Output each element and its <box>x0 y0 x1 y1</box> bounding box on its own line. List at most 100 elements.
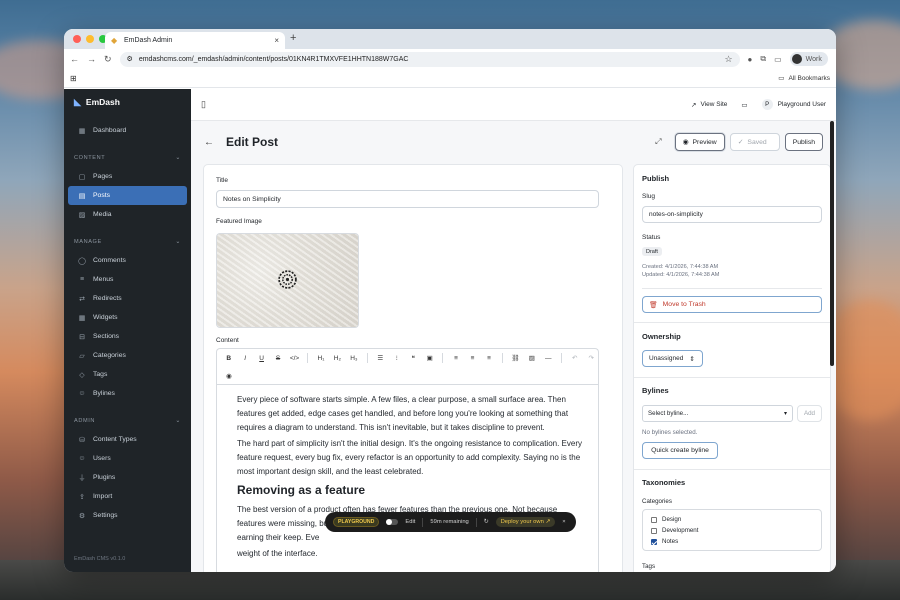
sidebar-item-posts[interactable]: ▤ Posts <box>68 186 187 205</box>
bullet-list-icon[interactable]: ☰ <box>374 354 387 362</box>
ownership-value: Unassigned <box>649 355 684 362</box>
horizontal-rule-icon[interactable]: — <box>542 355 555 362</box>
brand[interactable]: ◣ EmDash <box>64 89 191 115</box>
browser-toolbar: ← → ↻ ⚙ emdashcms.com/_emdash/admin/cont… <box>64 49 836 69</box>
browser-tab[interactable]: ◆ EmDash Admin × <box>105 32 285 49</box>
redo-icon[interactable]: ↷ <box>584 354 597 362</box>
extension-icon[interactable]: ● <box>748 55 753 64</box>
sidebar-item-tags[interactable]: ◇ Tags <box>68 365 187 384</box>
sidebar-item-widgets[interactable]: ▦ Widgets <box>68 308 187 327</box>
reload-icon[interactable]: ↻ <box>104 54 112 65</box>
featured-image[interactable] <box>216 233 359 328</box>
new-tab-icon[interactable]: + <box>290 32 296 44</box>
heading1-icon[interactable]: H₁ <box>314 355 327 362</box>
sidebar-item-comments[interactable]: ◯ Comments <box>68 251 187 270</box>
category-design[interactable]: Design <box>651 514 813 525</box>
sidebar-item-categories[interactable]: ▱ Categories <box>68 346 187 365</box>
sidebar-toggle-icon[interactable]: ▯ <box>201 99 206 110</box>
sidebar-item-plugins[interactable]: ⏚ Plugins <box>68 468 187 487</box>
align-center-icon[interactable]: ≡ <box>466 355 479 362</box>
heading3-icon[interactable]: H₃ <box>347 355 360 362</box>
underline-icon[interactable]: U <box>255 355 268 362</box>
close-icon[interactable]: × <box>562 519 565 525</box>
refresh-icon[interactable]: ↻ <box>484 519 489 525</box>
image-icon[interactable]: ▨ <box>525 354 538 362</box>
checkbox-checked[interactable] <box>651 538 657 545</box>
heading2-icon[interactable]: H₂ <box>331 355 344 362</box>
browser-window: ◆ EmDash Admin × + ← → ↻ ⚙ emdashcms.com… <box>64 29 836 572</box>
bold-icon[interactable]: B <box>222 355 235 362</box>
sidebar-item-redirects[interactable]: ⇄ Redirects <box>68 289 187 308</box>
view-site-link[interactable]: ↗ View Site <box>691 101 727 109</box>
back-arrow-icon[interactable]: ← <box>204 137 214 148</box>
sidebar-item-content-types[interactable]: ⛁ Content Types <box>68 430 187 449</box>
add-byline-button[interactable]: Add <box>797 405 822 422</box>
section-header-admin[interactable]: ADMIN ⌄ <box>64 411 191 430</box>
eye-icon[interactable]: ◉ <box>222 372 236 380</box>
main-scrollbar[interactable] <box>830 121 834 366</box>
chevron-down-icon: ⌄ <box>175 418 181 424</box>
sidebar-item-label: Categories <box>93 352 126 359</box>
category-notes[interactable]: Notes <box>651 536 813 547</box>
undo-icon[interactable]: ↶ <box>568 354 581 362</box>
rich-text-body[interactable]: Every piece of software starts simple. A… <box>216 384 599 572</box>
profile-button[interactable]: Work <box>789 52 828 66</box>
address-bar[interactable]: ⚙ emdashcms.com/_emdash/admin/content/po… <box>119 51 740 67</box>
align-right-icon[interactable]: ≡ <box>482 355 495 362</box>
site-info-icon[interactable]: ⚙ <box>127 55 133 63</box>
apps-grid-icon[interactable]: ⊞ <box>70 74 77 83</box>
title-input[interactable]: Notes on Simplicity <box>216 190 599 208</box>
user-menu[interactable]: P Playground User <box>761 99 826 110</box>
section-header-manage[interactable]: MANAGE ⌄ <box>64 232 191 251</box>
split-view-icon[interactable]: ▭ <box>774 55 782 64</box>
code-icon[interactable]: </> <box>288 355 301 362</box>
favicon-icon: ◆ <box>111 35 118 45</box>
forward-icon[interactable]: → <box>87 54 96 64</box>
monitor-icon[interactable]: ▭ <box>741 101 747 109</box>
code-block-icon[interactable]: ▣ <box>423 354 436 362</box>
category-development[interactable]: Development <box>651 525 813 536</box>
publish-button[interactable]: Publish <box>784 133 823 151</box>
sidebar-item-dashboard[interactable]: ▦ Dashboard <box>68 121 187 140</box>
publish-label: Publish <box>792 138 815 146</box>
sidebar-item-settings[interactable]: ⚙ Settings <box>68 506 187 525</box>
checkbox[interactable] <box>651 516 657 523</box>
deploy-your-own-button[interactable]: Deploy your own ↗ <box>495 517 556 527</box>
sidebar-item-users[interactable]: ☺ Users <box>68 449 187 468</box>
checkbox[interactable] <box>651 527 657 534</box>
bookmark-star-icon[interactable]: ☆ <box>724 54 732 65</box>
edit-label: Edit <box>405 519 416 525</box>
slug-input[interactable]: notes-on-simplicity <box>642 206 822 223</box>
sidebar-item-media[interactable]: ▨ Media <box>68 205 187 224</box>
expand-icon[interactable]: ⤢ <box>655 137 661 147</box>
quote-icon[interactable]: ❝ <box>406 354 419 362</box>
publish-heading: Publish <box>642 174 670 183</box>
editor-card: Title Notes on Simplicity Featured Image… <box>203 164 623 572</box>
sidebar-item-import[interactable]: ⇪ Import <box>68 487 187 506</box>
move-to-trash-button[interactable]: 🗑︎ Move to Trash <box>642 296 822 313</box>
quick-create-byline-button[interactable]: Quick create byline <box>642 442 718 459</box>
byline-select[interactable]: Select byline... ▾ <box>642 405 793 422</box>
sidebar-item-label: Sections <box>93 333 120 340</box>
sidebar-item-label: Pages <box>93 173 113 180</box>
minimize-window-button[interactable] <box>86 35 94 43</box>
ordered-list-icon[interactable]: ⁝ <box>390 354 403 362</box>
sidebar-item-menus[interactable]: ≡ Menus <box>68 270 187 289</box>
saved-button[interactable]: ✓ Saved <box>729 133 780 151</box>
sidebar-item-sections[interactable]: ⊟ Sections <box>68 327 187 346</box>
close-window-button[interactable] <box>73 35 81 43</box>
preview-button[interactable]: ◉ Preview <box>674 133 725 151</box>
sidebar-item-bylines[interactable]: ☺ Bylines <box>68 384 187 403</box>
all-bookmarks-button[interactable]: ▭ All Bookmarks <box>778 74 830 83</box>
strikethrough-icon[interactable]: S <box>271 355 284 362</box>
sidebar-item-pages[interactable]: ▢ Pages <box>68 167 187 186</box>
extensions-puzzle-icon[interactable]: ⧉ <box>760 54 766 64</box>
close-tab-icon[interactable]: × <box>274 36 279 45</box>
ownership-select[interactable]: Unassigned ⇕ <box>642 350 703 367</box>
align-left-icon[interactable]: ≡ <box>449 355 462 362</box>
back-icon[interactable]: ← <box>70 54 79 64</box>
section-header-content[interactable]: CONTENT ⌄ <box>64 148 191 167</box>
italic-icon[interactable]: I <box>238 355 251 362</box>
link-icon[interactable]: ⛓ <box>509 354 522 362</box>
edit-toggle[interactable] <box>386 519 399 525</box>
